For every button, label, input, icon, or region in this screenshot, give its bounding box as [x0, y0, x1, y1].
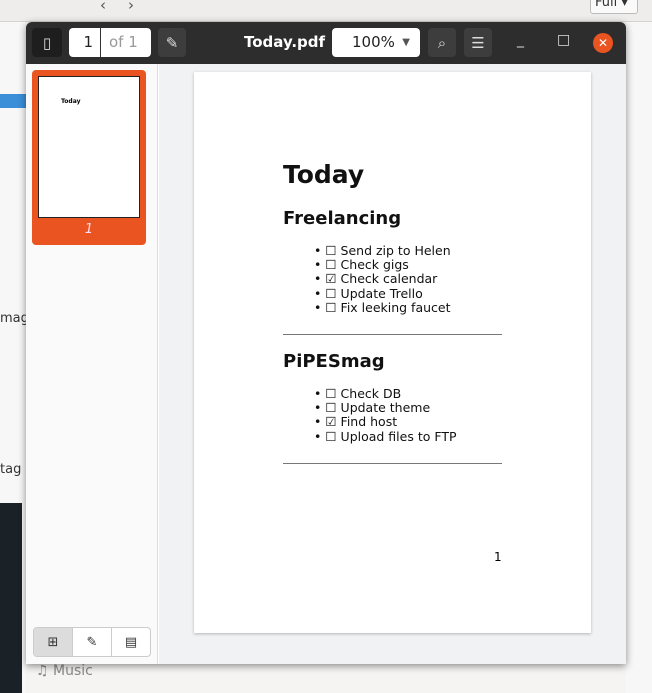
list-item: • ☐ Update Trello: [314, 285, 423, 301]
search-icon: ⌕: [437, 33, 447, 52]
selected-row: [0, 94, 26, 108]
background-toolbar: ‹ › Full ▾: [0, 0, 652, 22]
background-label: tag: [0, 462, 22, 477]
grid-icon: ⊞: [47, 634, 59, 650]
zoom-select-value: Full: [595, 0, 618, 10]
document-view[interactable]: Today Freelancing • ☐ Send zip to Helen …: [159, 64, 626, 664]
sidebar-icon: ▯: [42, 33, 52, 52]
thumbnails-button[interactable]: ⊞: [34, 628, 73, 656]
sidebar-mode-switcher: ⊞ ✎ ▤: [33, 627, 151, 657]
list-item: • ☐ Check DB: [314, 386, 402, 401]
page-count: of 1: [109, 33, 138, 51]
hamburger-icon: ☰: [471, 33, 485, 52]
background-zoom-select[interactable]: Full ▾: [590, 0, 638, 14]
list-item: • ☑ Find host: [314, 414, 398, 430]
thumbnail-page-number: 1: [84, 222, 94, 237]
maximize-button[interactable]: □: [557, 32, 570, 48]
thumb-title: Today: [61, 98, 81, 105]
music-item[interactable]: ♫ Music: [36, 663, 93, 679]
background-window-right: [626, 22, 652, 693]
doc-title: Today: [283, 160, 365, 189]
pdf-page: Today Freelancing • ☐ Send zip to Helen …: [194, 72, 591, 633]
pdf-viewer-window: ▯ 1 of 1 ✎ Today.pdf 100% ▼ ⌕ ☰ _ □ ✕ Tod…: [26, 22, 626, 664]
zoom-value: 100%: [352, 33, 395, 51]
music-label: Music: [53, 663, 93, 679]
divider: [283, 334, 502, 335]
page-thumbnail[interactable]: Today 1: [32, 70, 146, 245]
list-item: • ☐ Update theme: [314, 400, 431, 416]
menu-button[interactable]: ☰: [464, 28, 492, 57]
search-button[interactable]: ⌕: [428, 28, 456, 57]
section-heading: Freelancing: [283, 208, 402, 229]
header-bar: ▯ 1 of 1 ✎ Today.pdf 100% ▼ ⌕ ☰ _ □ ✕: [26, 22, 626, 64]
thumbnail-sidebar: Today 1 ⊞ ✎ ▤: [26, 64, 158, 664]
bookmarks-button[interactable]: ▤: [112, 628, 150, 656]
annotate-button[interactable]: ✎: [158, 28, 186, 57]
close-icon: ✕: [597, 36, 609, 50]
chevron-down-icon: ▼: [402, 37, 410, 48]
thumbnail-preview: Today: [38, 76, 140, 218]
forward-icon: ›: [128, 0, 134, 14]
close-button[interactable]: ✕: [593, 33, 613, 53]
task-list: • ☐ Send zip to Helen • ☐ Check gigs • ☑…: [314, 243, 451, 315]
pen-icon: ✎: [165, 33, 179, 52]
page-current-input[interactable]: 1: [69, 28, 101, 57]
section-heading: PiPESmag: [283, 351, 385, 372]
edit-icon: ✎: [86, 634, 98, 650]
task-list: • ☐ Check DB • ☐ Update theme • ☑ Find h…: [314, 386, 457, 444]
list-item: • ☐ Send zip to Helen: [314, 243, 451, 258]
book-icon: ▤: [124, 634, 138, 650]
page-number-field[interactable]: 1 of 1: [69, 28, 151, 57]
minimize-button[interactable]: _: [517, 32, 524, 48]
background-label: mag: [0, 311, 29, 326]
desktop-wallpaper: [0, 503, 22, 693]
list-item: • ☐ Upload files to FTP: [314, 428, 457, 444]
divider: [283, 463, 502, 464]
page-footer-number: 1: [494, 550, 502, 564]
list-item: • ☐ Check gigs: [314, 257, 409, 273]
annotations-button[interactable]: ✎: [73, 628, 112, 656]
back-icon: ‹: [100, 0, 106, 14]
sidebar-toggle-button[interactable]: ▯: [32, 28, 62, 57]
window-title: Today.pdf: [244, 33, 326, 51]
list-item: • ☐ Fix leeking faucet: [314, 299, 451, 315]
zoom-select[interactable]: 100% ▼: [332, 28, 420, 57]
list-item: • ☑ Check calendar: [314, 271, 438, 287]
